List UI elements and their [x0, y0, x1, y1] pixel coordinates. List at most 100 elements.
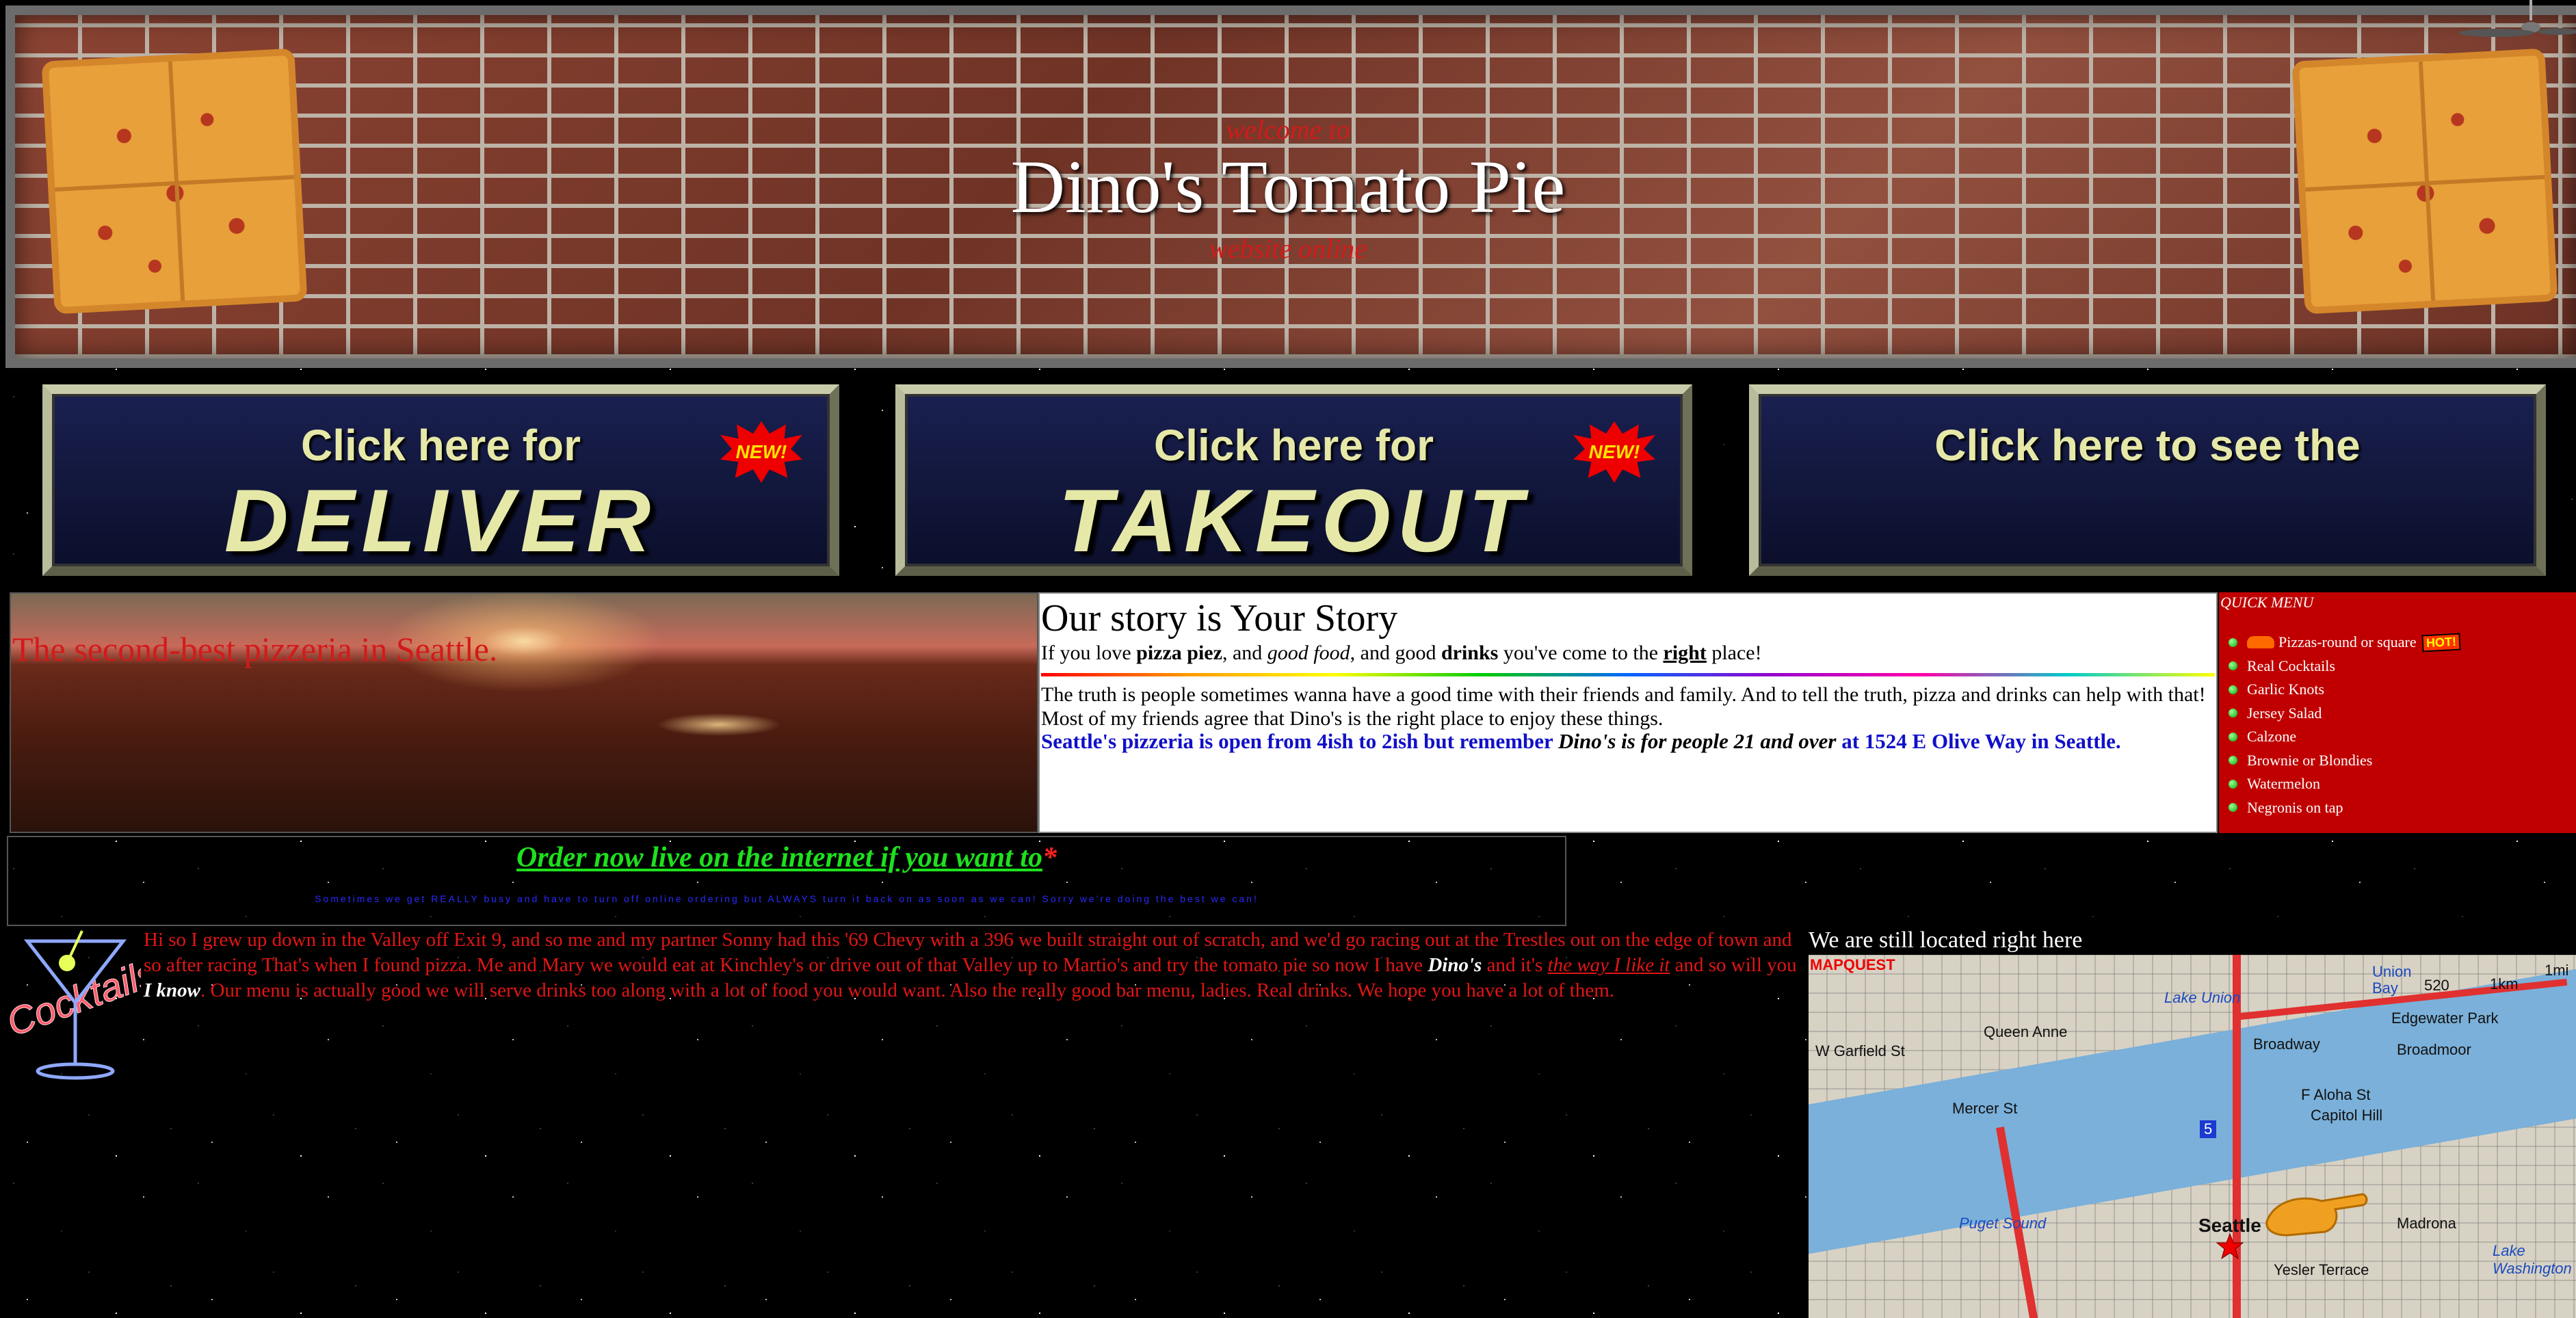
story-emphasis: good food: [1267, 642, 1350, 664]
ceiling-fan-icon: [2459, 0, 2576, 37]
order-asterisk: *: [1042, 842, 1057, 873]
quick-menu: QUICK MENU Pizzas-round or square HOT! Re…: [2219, 592, 2576, 833]
quick-menu-item-label: Jersey Salad: [2247, 704, 2322, 722]
story-emphasis: drinks: [1441, 642, 1499, 664]
story-emphasis: right: [1663, 642, 1707, 664]
quick-menu-item-label: Garlic Knots: [2247, 681, 2325, 698]
owner-story: Hi so I grew up down in the Valley off E…: [144, 927, 1799, 1003]
map-label: 1mi: [2545, 962, 2569, 979]
bullet-icon: [2229, 732, 2237, 741]
map-label: F Aloha St: [2301, 1086, 2371, 1103]
cocktails-neon-sign-icon: Cocktails: [7, 930, 141, 1080]
see-the-button-line1: Click here to see the: [1934, 421, 2361, 470]
welcome-text: welcome to: [1226, 114, 1350, 145]
site-title: Dino's Tomato Pie: [1010, 145, 1566, 228]
story-title: Our story is Your Story: [1041, 597, 1398, 640]
quick-menu-item-label: Calzone: [2247, 728, 2297, 746]
story-text: , and good: [1350, 642, 1441, 664]
age-notice: Dino's is for people 21 and over: [1558, 729, 1837, 753]
map-label: Puget Sound: [1959, 1215, 2047, 1232]
quick-menu-item-label: Pizzas-round or square: [2278, 633, 2417, 651]
location-map[interactable]: MAPQUEST Union Bay 520 1km 1mi Lake Unio…: [1809, 955, 2576, 1318]
quick-menu-item-label: Watermelon: [2247, 775, 2320, 793]
story-intro: If you love pizza piez, and good food, a…: [1041, 642, 1762, 665]
map-label: Broadway: [2253, 1036, 2320, 1053]
map-label: Edgewater Park: [2391, 1010, 2499, 1027]
map-road: [2233, 955, 2241, 1318]
story-text: place!: [1706, 642, 1762, 664]
bullet-icon: [2229, 685, 2237, 694]
owner-story-text: and so will you: [1670, 954, 1797, 976]
quick-menu-item-label: Negronis on tap: [2247, 798, 2343, 816]
story-panel: Our story is Your Story If you love pizz…: [1038, 592, 2218, 833]
map-label: Union: [2372, 963, 2412, 980]
map-label: Lake Union: [2164, 989, 2241, 1006]
story-body-line: Most of my friends agree that Dino's is …: [1041, 707, 1664, 730]
see-the-button[interactable]: Click here to see the: [1749, 384, 2546, 576]
quick-menu-item[interactable]: Real Cocktails: [2229, 655, 2460, 678]
story-text: If you love: [1041, 642, 1137, 664]
story-text: , and: [1222, 642, 1267, 664]
story-body-line: The truth is people sometimes wanna have…: [1041, 683, 2206, 706]
order-now-link[interactable]: Order now live on the internet if you wa…: [516, 842, 1042, 873]
the-way-i-like-it-link[interactable]: the way I like it: [1548, 954, 1670, 976]
owner-story-text: . Our menu is actually good we will serv…: [200, 979, 1615, 1001]
tagline: website online: [1209, 233, 1367, 264]
bullet-icon: [2229, 779, 2237, 789]
quick-menu-list: Pizzas-round or square HOT! Real Cocktail…: [2229, 631, 2461, 820]
address-text: at 1524 E Olive Way in Seattle.: [1836, 729, 2121, 753]
bullet-icon: [2229, 756, 2237, 765]
restaurant-interior-photo: [10, 592, 1038, 833]
map-label: MAPQUEST: [1810, 956, 1895, 973]
quick-menu-item[interactable]: Watermelon: [2229, 772, 2460, 796]
quick-menu-item[interactable]: Pizzas-round or square HOT!: [2229, 631, 2461, 655]
rainbow-divider: [1041, 673, 2215, 676]
pointing-hand-icon: [2265, 1193, 2368, 1237]
map-label: Queen Anne: [1984, 1023, 2068, 1040]
bullet-icon: [2229, 709, 2237, 718]
bullet-icon: [2229, 803, 2237, 813]
quick-menu-item-label: Real Cocktails: [2247, 657, 2335, 674]
takeout-button-line2: TAKEOUT: [1058, 471, 1529, 570]
location-heading: We are still located right here: [1809, 927, 2083, 953]
order-now-box: Order now live on the internet if you wa…: [7, 836, 1566, 926]
car-icon: [2247, 636, 2274, 649]
story-emphasis: pizza piez: [1136, 642, 1222, 664]
map-label: Broadmoor: [2397, 1041, 2471, 1058]
i-know-emphasis: I know: [144, 979, 201, 1001]
delivery-button-line2: DELIVER: [224, 471, 658, 570]
interstate-5-icon: 5: [2200, 1120, 2217, 1138]
owner-story-text: and it's: [1482, 954, 1548, 976]
order-note: Sometimes we get REALLY busy and have to…: [315, 893, 1259, 904]
map-label: 520: [2424, 977, 2449, 994]
map-label: 1km: [2490, 975, 2519, 992]
map-label: Mercer St: [1952, 1100, 2018, 1117]
map-label: Capitol Hill: [2311, 1107, 2383, 1124]
quick-menu-item[interactable]: Brownie or Blondies: [2229, 749, 2460, 773]
map-label: Yesler Terrace: [2274, 1261, 2369, 1278]
order-now: Order now live on the internet if you wa…: [8, 841, 1565, 874]
map-label: Lake Washington: [2493, 1242, 2572, 1277]
map-label: Bay: [2372, 979, 2398, 997]
quick-menu-title: QUICK MENU: [2220, 594, 2314, 611]
quick-menu-item[interactable]: Calzone: [2229, 725, 2460, 749]
map-label: W Garfield St: [1815, 1042, 1905, 1059]
map-label: Madrona: [2397, 1215, 2456, 1232]
hot-badge: HOT!: [2421, 633, 2461, 653]
story-body: The truth is people sometimes wanna have…: [1041, 683, 2215, 730]
opening-hours: Seattle's pizzeria is open from 4ish to …: [1041, 729, 2215, 754]
story-text: you've come to the: [1498, 642, 1664, 664]
takeout-button-line1: Click here for: [1153, 421, 1434, 470]
bullet-icon: [2229, 661, 2237, 671]
bullet-icon: [2229, 637, 2237, 647]
photo-caption: The second-best pizzeria in Seattle.: [12, 630, 498, 668]
dinos-emphasis: Dino's: [1428, 954, 1482, 976]
quick-menu-item[interactable]: Jersey Salad: [2229, 702, 2460, 726]
quick-menu-item[interactable]: Negronis on tap: [2229, 796, 2460, 820]
delivery-button-line1: Click here for: [300, 421, 581, 470]
quick-menu-item[interactable]: Garlic Knots: [2229, 678, 2460, 702]
delivery-button[interactable]: Click here for DELIVER NEW!: [42, 384, 839, 576]
location-star-icon: [2216, 1233, 2244, 1260]
takeout-button[interactable]: Click here for TAKEOUT NEW!: [895, 384, 1692, 576]
quick-menu-item-label: Brownie or Blondies: [2247, 751, 2373, 769]
